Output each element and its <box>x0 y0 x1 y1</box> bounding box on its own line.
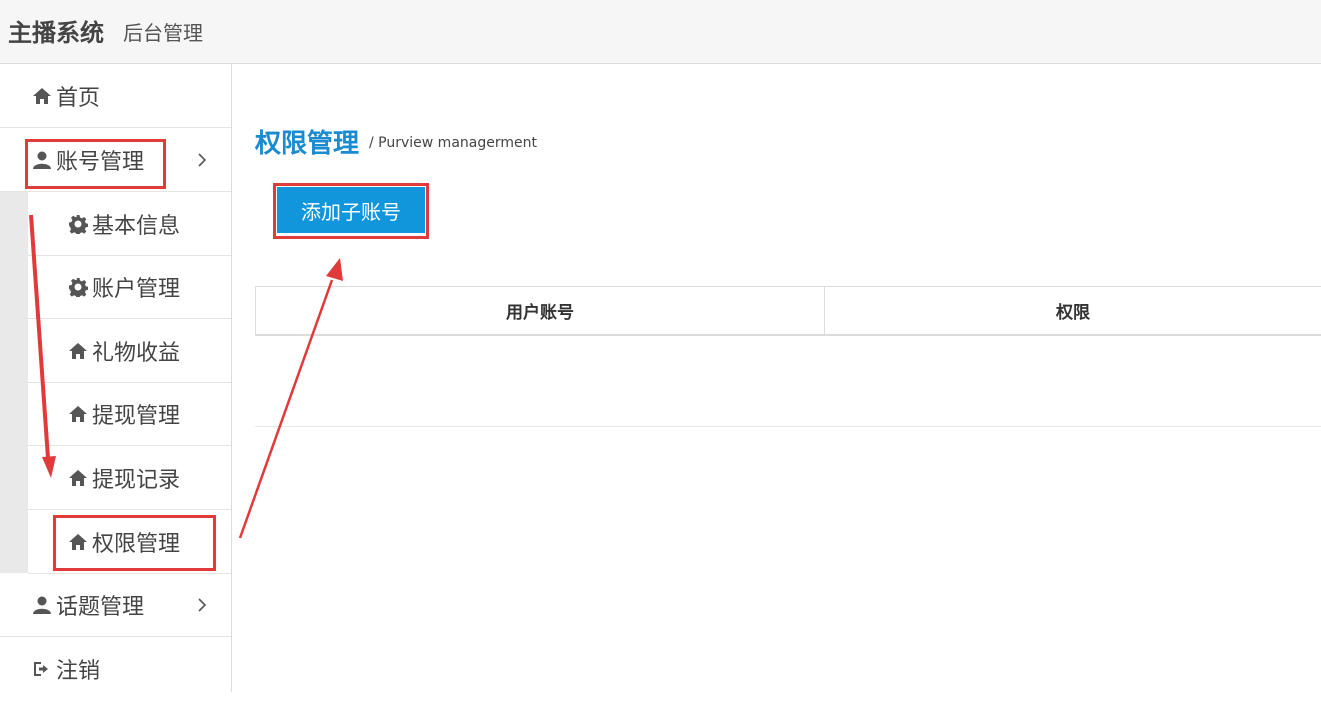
sidebar-item-withdraw-records[interactable]: 提现记录 <box>28 446 231 510</box>
annotation-box-account-management <box>25 139 166 189</box>
column-header-user-account[interactable]: 用户账号 <box>256 287 825 334</box>
brand-title: 主播系统 <box>8 19 104 47</box>
table-body <box>255 336 1321 427</box>
sidebar-item-label: 提现记录 <box>92 467 181 493</box>
gear-icon <box>68 277 89 299</box>
top-header: 主播系统 后台管理 <box>0 0 1321 64</box>
sidebar-item-label: 账户管理 <box>92 276 181 302</box>
sidebar-item-label: 提现管理 <box>92 403 181 429</box>
sidebar-item-withdraw-management[interactable]: 提现管理 <box>28 382 231 446</box>
sidebar-item-logout[interactable]: 注销 <box>0 637 231 701</box>
main-content: 权限管理 / Purview managerment 添加子账号 用户账号 权限 <box>233 65 1321 692</box>
home-icon <box>68 341 88 361</box>
gear-icon <box>68 214 89 236</box>
home-icon <box>68 468 88 488</box>
sidebar-item-topic-management[interactable]: 话题管理 <box>0 573 231 637</box>
sidebar-item-label: 注销 <box>56 659 101 684</box>
annotation-box-add-button <box>273 183 429 239</box>
sidebar-item-account-settings[interactable]: 账户管理 <box>28 255 231 319</box>
submenu-gutter <box>0 191 28 573</box>
sidebar-item-home[interactable]: 首页 <box>0 64 231 128</box>
home-icon <box>32 86 52 106</box>
home-icon <box>68 404 88 424</box>
sidebar-item-label: 基本信息 <box>92 213 181 239</box>
sidebar-item-label: 首页 <box>56 85 101 111</box>
brand-subtitle: 后台管理 <box>123 21 203 45</box>
page-subtitle: / Purview managerment <box>369 135 537 151</box>
table-header: 用户账号 权限 <box>255 286 1321 336</box>
permission-table: 用户账号 权限 <box>255 286 1321 427</box>
sidebar-item-label: 话题管理 <box>56 594 145 620</box>
column-header-permission[interactable]: 权限 <box>825 287 1321 334</box>
sidebar-item-label: 礼物收益 <box>92 340 181 366</box>
sign-out-icon <box>32 659 52 679</box>
user-icon <box>32 595 52 615</box>
page-title: 权限管理 <box>255 129 360 159</box>
chevron-right-icon <box>195 150 209 170</box>
sidebar-item-gift-revenue[interactable]: 礼物收益 <box>28 319 231 383</box>
sidebar-item-basic-info[interactable]: 基本信息 <box>28 192 231 256</box>
chevron-right-icon <box>195 595 209 615</box>
annotation-box-permission-management <box>53 515 216 571</box>
